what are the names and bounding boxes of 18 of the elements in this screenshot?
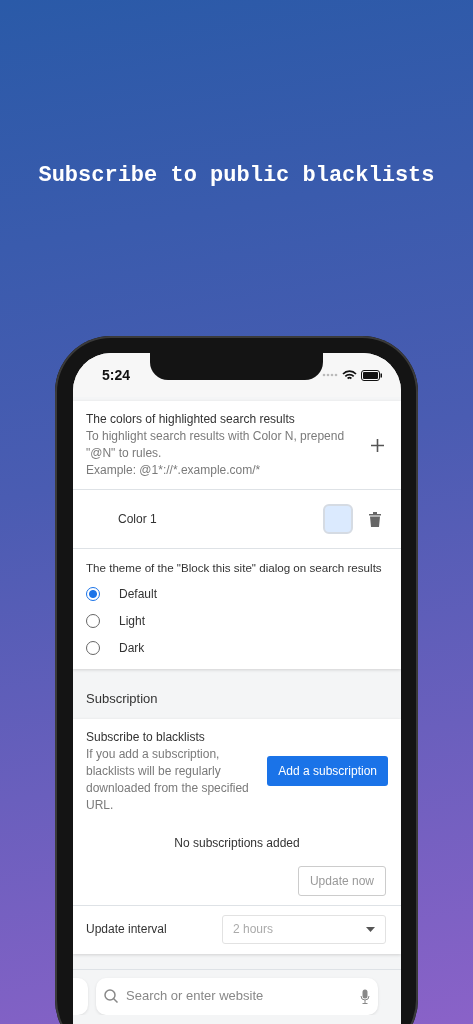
- option-label: Default: [119, 585, 158, 603]
- color-label: Color 1: [118, 511, 157, 528]
- address-field[interactable]: Search or enter website: [96, 977, 378, 1015]
- setting-label: Update interval: [86, 921, 167, 938]
- section-title: The colors of highlighted search results: [86, 411, 296, 428]
- empty-message: No subscriptions added: [174, 835, 300, 850]
- setting-title: Subscribe to blacklists: [86, 728, 206, 746]
- interval-select[interactable]: 2 hours: [222, 914, 386, 944]
- section-description: To highlight search results with Color N, prepend "@N" to rules.: [86, 428, 346, 462]
- status-time: 5:24: [102, 365, 131, 385]
- section-heading: Subscription: [86, 691, 158, 706]
- section-description: Example: @1*://*.example.com/*: [86, 462, 262, 479]
- option-label: Dark: [119, 639, 145, 657]
- add-subscription-button[interactable]: Add a subscription: [267, 756, 388, 786]
- headline: Subscribe to public blacklists: [37, 162, 436, 190]
- setting-description: If you add a subscription, blacklists will be regularly downloaded from the specified URL.: [86, 745, 250, 814]
- section-title: The theme of the "Block this site" dialog on search results: [86, 560, 383, 576]
- option-label: Light: [119, 612, 146, 630]
